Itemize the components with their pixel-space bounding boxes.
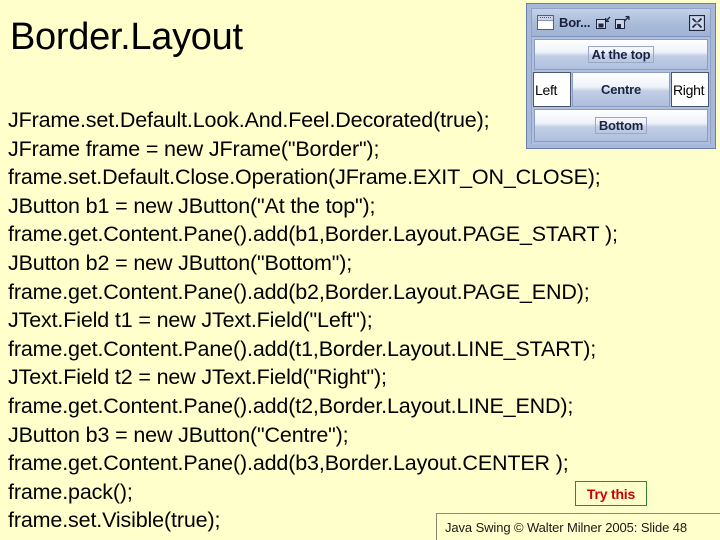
code-line: frame.get.Content.Pane().add(b1,Border.L…: [8, 222, 618, 247]
window-icon: [537, 15, 554, 30]
swing-window-frame: Bor... At the top Left Centre Right Bott…: [531, 8, 711, 144]
code-line: JButton b3 = new JButton("Centre");: [8, 422, 349, 447]
footer-text: Java Swing © Walter Milner 2005: Slide 4…: [445, 519, 687, 535]
code-line: JText.Field t1 = new JText.Field("Left")…: [8, 308, 373, 333]
textfield-left[interactable]: Left: [533, 72, 571, 107]
window-title: Bor...: [559, 15, 591, 30]
slide-footer: Java Swing © Walter Milner 2005: Slide 4…: [436, 513, 720, 540]
code-line: frame.get.Content.Pane().add(t1,Border.L…: [8, 336, 597, 361]
code-line: frame.set.Default.Close.Operation(JFrame…: [8, 165, 601, 190]
button-at-the-top[interactable]: At the top: [534, 39, 708, 70]
minimize-icon[interactable]: [596, 15, 611, 30]
button-label: Bottom: [594, 117, 648, 134]
close-icon[interactable]: [689, 15, 705, 31]
textfield-right[interactable]: Right: [671, 72, 709, 107]
window-titlebar: Bor...: [532, 9, 710, 37]
slide-canvas: Border.Layout JFrame.set.Default.Look.An…: [0, 0, 720, 540]
button-label: At the top: [587, 46, 655, 63]
center-region-row: Left Centre Right: [533, 71, 709, 108]
code-line: JButton b1 = new JButton("At the top");: [8, 193, 376, 218]
page-start-region: At the top: [533, 38, 709, 71]
code-line: JButton b2 = new JButton("Bottom");: [8, 250, 353, 275]
page-title: Border.Layout: [10, 16, 243, 58]
swing-demo-window: Bor... At the top Left Centre Right Bott…: [526, 3, 716, 149]
code-line: JText.Field t2 = new JText.Field("Right"…: [8, 365, 387, 390]
button-label: Centre: [601, 82, 641, 97]
page-end-region: Bottom: [533, 108, 709, 143]
try-this-badge[interactable]: Try this: [575, 481, 647, 506]
code-line: frame.get.Content.Pane().add(t2,Border.L…: [8, 393, 574, 418]
code-listing: JFrame.set.Default.Look.And.Feel.Decorat…: [8, 106, 708, 535]
maximize-icon[interactable]: [615, 15, 630, 30]
code-line: frame.get.Content.Pane().add(b3,Border.L…: [8, 451, 569, 476]
button-bottom[interactable]: Bottom: [534, 109, 708, 142]
code-line: frame.get.Content.Pane().add(b2,Border.L…: [8, 279, 590, 304]
button-centre[interactable]: Centre: [572, 72, 670, 107]
content-pane: At the top Left Centre Right Bottom: [532, 37, 710, 144]
